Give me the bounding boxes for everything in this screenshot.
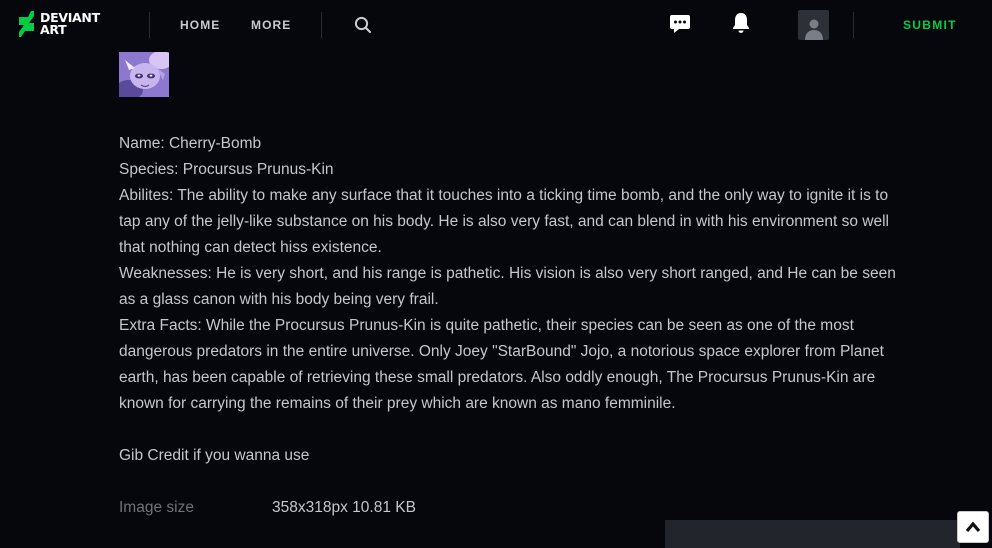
search-icon (354, 16, 372, 34)
deviantart-logo-icon (18, 11, 35, 37)
description-name-line: Name: Cherry-Bomb (119, 135, 262, 152)
user-avatar[interactable] (798, 10, 829, 40)
search-button[interactable] (352, 14, 374, 36)
submit-button[interactable]: SUBMIT (903, 18, 957, 32)
description-credit-line: Gib Credit if you wanna use (119, 447, 310, 464)
deviantart-wordmark: DEVIANT ART (40, 11, 100, 37)
nav-divider (321, 12, 322, 38)
description-weaknesses-paragraph: Weaknesses: He is very short, and his ra… (119, 265, 896, 308)
chevron-up-icon (965, 521, 981, 533)
deviantart-logo[interactable]: DEVIANT ART (18, 11, 100, 37)
top-navigation-bar: DEVIANT ART HOME MORE SUBMIT (0, 0, 992, 50)
image-size-label: Image size (119, 499, 194, 516)
character-portrait-image (119, 52, 169, 97)
logo-line-2: ART (40, 22, 67, 37)
nav-home-link[interactable]: HOME (180, 18, 220, 32)
scroll-to-top-button[interactable] (957, 511, 989, 543)
description-abilities-paragraph: Abilites: The ability to make any surfac… (119, 187, 889, 256)
image-size-value: 358x318px 10.81 KB (272, 499, 416, 516)
bottom-overlay-panel (665, 520, 960, 548)
chat-icon (670, 15, 690, 33)
nav-more-link[interactable]: MORE (251, 18, 291, 32)
user-avatar-icon (804, 19, 823, 40)
description-extra-facts-paragraph: Extra Facts: While the Procursus Prunus-… (119, 317, 884, 412)
bell-icon (733, 13, 749, 33)
nav-divider (853, 12, 854, 38)
nav-divider (149, 12, 150, 38)
deviation-description: Name: Cherry-Bomb Species: Procursus Pru… (119, 131, 909, 469)
deviation-thumbnail[interactable] (119, 52, 169, 97)
notifications-button[interactable] (730, 11, 752, 35)
description-species-line: Species: Procursus Prunus-Kin (119, 161, 334, 178)
messages-button[interactable] (668, 12, 692, 36)
